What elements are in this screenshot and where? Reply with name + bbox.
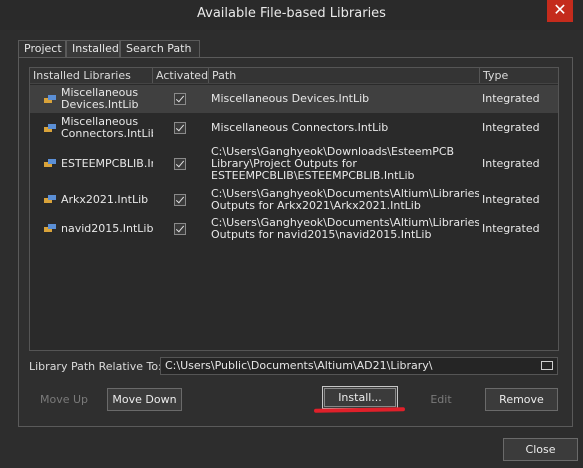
edit-button[interactable]: Edit (405, 388, 477, 411)
column-header-path[interactable]: Path (209, 68, 480, 83)
library-icon (44, 224, 56, 232)
library-type: Integrated (482, 223, 540, 235)
library-row[interactable]: ESTEEMPCBLIB.Int C:\Users\Ganghyeok\Down… (30, 144, 558, 184)
move-down-button[interactable]: Move Down (107, 388, 182, 411)
activated-checkbox[interactable] (174, 194, 186, 206)
library-row[interactable]: Miscellaneous Connectors.IntLib Miscella… (30, 114, 558, 142)
library-list: Installed Libraries Activated Path Type … (29, 67, 559, 351)
library-path: Miscellaneous Devices.IntLib (211, 93, 370, 105)
library-name: ESTEEMPCBLIB.Int (61, 158, 153, 170)
activated-checkbox[interactable] (174, 93, 186, 105)
library-path-value: C:\Users\Public\Documents\Altium\AD21\Li… (165, 359, 433, 372)
close-button[interactable]: Close (503, 438, 578, 461)
library-path: C:\Users\Ganghyeok\Documents\Altium\Libr… (211, 188, 479, 212)
move-up-button[interactable]: Move Up (29, 388, 99, 411)
column-header-installed-libraries[interactable]: Installed Libraries (30, 68, 153, 83)
activated-checkbox[interactable] (174, 158, 186, 170)
library-path-field[interactable]: C:\Users\Public\Documents\Altium\AD21\Li… (160, 357, 558, 375)
library-icon (44, 124, 56, 132)
window-title: Available File-based Libraries (197, 6, 386, 21)
installed-panel: Installed Libraries Activated Path Type … (18, 57, 573, 427)
library-icon (44, 159, 56, 167)
tab-installed[interactable]: Installed (66, 40, 120, 58)
column-header-type[interactable]: Type (480, 68, 558, 83)
dialog-window: Available File-based Libraries ✕ Project… (0, 0, 583, 468)
window-close-icon[interactable]: ✕ (547, 0, 573, 22)
library-name: Miscellaneous Connectors.IntLib (61, 116, 153, 140)
library-row[interactable]: navid2015.IntLib C:\Users\Ganghyeok\Docu… (30, 215, 558, 243)
folder-open-icon[interactable] (541, 361, 553, 370)
library-path: C:\Users\Ganghyeok\Documents\Altium\Libr… (211, 217, 479, 241)
library-name: Arkx2021.IntLib (61, 194, 149, 206)
title-bar: Available File-based Libraries ✕ (0, 0, 583, 30)
remove-button[interactable]: Remove (485, 388, 558, 411)
library-name: navid2015.IntLib (61, 223, 153, 235)
library-type: Integrated (482, 158, 540, 170)
library-icon (44, 195, 56, 203)
library-type: Integrated (482, 122, 540, 134)
library-type: Integrated (482, 194, 540, 206)
library-name: Miscellaneous Devices.IntLib (61, 87, 139, 111)
column-header-activated[interactable]: Activated (153, 68, 209, 83)
activated-checkbox[interactable] (174, 122, 186, 134)
activated-checkbox[interactable] (174, 223, 186, 235)
install-button[interactable]: Install... (322, 386, 398, 409)
library-path: C:\Users\Ganghyeok\Downloads\EsteemPCB L… (211, 146, 455, 182)
library-path-label: Library Path Relative To: (29, 360, 162, 373)
tab-project[interactable]: Project (18, 40, 66, 57)
tab-search-path[interactable]: Search Path (120, 40, 200, 57)
list-header: Installed Libraries Activated Path Type (30, 68, 558, 84)
library-icon (44, 95, 56, 103)
library-type: Integrated (482, 93, 540, 105)
library-row[interactable]: Miscellaneous Devices.IntLib Miscellaneo… (30, 85, 558, 113)
library-path: Miscellaneous Connectors.IntLib (211, 122, 389, 134)
library-row[interactable]: Arkx2021.IntLib C:\Users\Ganghyeok\Docum… (30, 186, 558, 214)
